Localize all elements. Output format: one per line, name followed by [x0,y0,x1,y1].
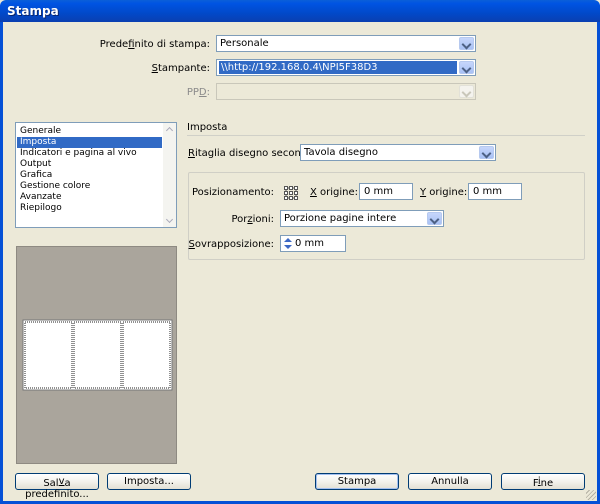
category-item[interactable]: Output [17,159,162,170]
preview-tile [73,321,122,389]
positioning-label: Posizionamento: [191,187,274,198]
category-item[interactable]: Avanzate [17,192,162,203]
stepper-arrows-icon[interactable] [283,237,293,250]
printer-value: \\http://192.168.0.4\NPI5F38D3 [219,61,457,74]
category-item[interactable]: Riepilogo [17,203,162,214]
section-divider [187,135,585,136]
title-bar: Stampa [0,0,600,22]
y-origin-input[interactable]: 0 mm [468,183,522,200]
x-origin-label: X origine: [310,187,359,198]
preview-tile [24,321,73,389]
print-button[interactable]: Stampa [315,473,399,490]
chevron-down-icon [459,85,474,98]
reference-point-icon[interactable] [283,185,299,201]
ppd-label: PPD: [186,87,210,98]
overlap-stepper[interactable]: 0 mm [280,235,346,252]
y-origin-label: Y origine: [420,187,468,198]
chevron-down-icon[interactable] [459,61,474,74]
preset-value: Personale [220,38,269,49]
section-title: Imposta [187,122,228,133]
ppd-dropdown [216,83,476,100]
save-preset-button[interactable]: Salva predefinito... [15,473,99,500]
chevron-down-icon[interactable] [459,37,474,50]
scroll-down-icon[interactable] [163,214,176,227]
category-item[interactable]: Generale [17,126,162,137]
setup-button[interactable]: Imposta... [107,473,191,490]
category-item-selected[interactable]: Imposta [17,137,162,148]
tiles-dropdown[interactable]: Porzione pagine intere [280,210,444,227]
category-item[interactable]: Gestione colore [17,181,162,192]
category-list[interactable]: Generale Imposta Indicatori e pagina al … [15,122,177,228]
printer-label: Stampante: [151,63,210,74]
category-item[interactable]: Indicatori e pagina al vivo [17,148,162,159]
preset-dropdown[interactable]: Personale [216,35,476,52]
cancel-button[interactable]: Annulla [408,473,492,490]
chevron-down-icon[interactable] [479,146,494,159]
tiles-label: Porzioni: [231,214,274,225]
scroll-up-icon[interactable] [163,123,176,136]
preview-tile [122,321,171,389]
preview-canvas [22,319,173,391]
resize-grip-icon[interactable] [586,490,596,500]
window-title: Stampa [7,4,59,18]
page-preview [16,246,177,464]
category-item[interactable]: Grafica [17,170,162,181]
done-button[interactable]: Fine [501,473,585,490]
printer-dropdown[interactable]: \\http://192.168.0.4\NPI5F38D3 [216,59,476,76]
crop-dropdown[interactable]: Tavola disegno [300,144,496,161]
x-origin-input[interactable]: 0 mm [359,183,413,200]
list-scrollbar[interactable] [163,123,176,227]
tiles-value: Porzione pagine intere [284,213,397,224]
overlap-label: Sovrapposizione: [188,239,274,250]
crop-value: Tavola disegno [304,147,378,158]
chevron-down-icon[interactable] [427,212,442,225]
preset-label: Predefinito di stampa: [99,39,210,50]
crop-label: Ritaglia disegno secondo: [188,148,317,159]
